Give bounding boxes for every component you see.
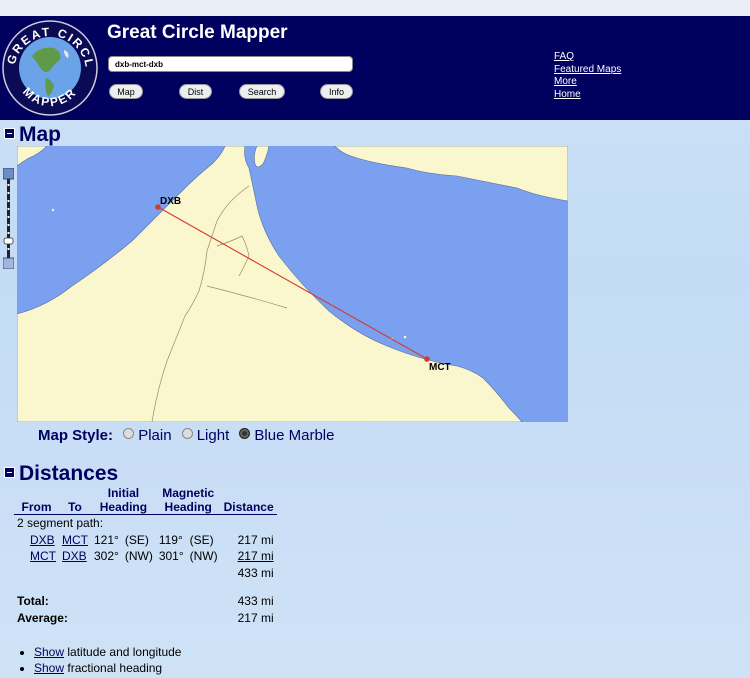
- globe-logo-icon[interactable]: GREAT CIRCLE MAPPER: [2, 20, 98, 116]
- collapse-icon[interactable]: [4, 128, 15, 139]
- airport-marker-mct[interactable]: [424, 356, 430, 362]
- table-row: DXB MCT 121° (SE) 119° (SE) 217 mi: [30, 532, 274, 547]
- collapse-icon[interactable]: [4, 467, 15, 478]
- to-link[interactable]: DXB: [62, 549, 87, 563]
- total-value: 433 mi: [237, 594, 274, 608]
- col-from: From: [14, 486, 59, 515]
- table-row: MCT DXB 302° (NW) 301° (NW) 217 mi: [30, 549, 274, 563]
- show-latlon-link[interactable]: Show: [34, 645, 64, 659]
- light-radio[interactable]: [181, 428, 193, 439]
- plain-radio[interactable]: [123, 428, 135, 439]
- more-link[interactable]: More: [554, 76, 621, 89]
- average-value: 217 mi: [237, 610, 274, 625]
- map-button[interactable]: Map: [109, 84, 143, 99]
- list-item: Show latitude and longitude: [34, 644, 181, 660]
- info-button[interactable]: Info: [320, 84, 353, 99]
- subtotal-value: 433 mi: [237, 565, 274, 580]
- blue-marble-option[interactable]: Blue Marble: [254, 427, 334, 444]
- route-map[interactable]: DXB MCT: [17, 146, 568, 422]
- from-link[interactable]: MCT: [30, 549, 56, 563]
- list-item: Show fractional heading: [34, 660, 181, 676]
- site-header: GREAT CIRCLE MAPPER Great Circle Mapper …: [0, 16, 750, 120]
- light-option[interactable]: Light: [197, 427, 230, 444]
- blue-marble-radio[interactable]: [239, 428, 251, 439]
- show-fractional-heading-link[interactable]: Show: [34, 661, 64, 675]
- top-strip: [0, 0, 750, 16]
- map-section-heading[interactable]: Map: [4, 123, 61, 147]
- plain-option[interactable]: Plain: [138, 427, 171, 444]
- col-initial-heading: Initial Heading: [91, 486, 156, 515]
- col-magnetic-heading: Magnetic Heading: [155, 486, 221, 515]
- search-button[interactable]: Search: [239, 84, 285, 99]
- display-options-list: Show latitude and longitude Show fractio…: [20, 644, 181, 676]
- to-link[interactable]: MCT: [62, 533, 88, 547]
- zoom-slider[interactable]: [3, 168, 14, 269]
- faq-link[interactable]: FAQ: [554, 51, 621, 64]
- dist-button[interactable]: Dist: [179, 84, 212, 99]
- featured-maps-link[interactable]: Featured Maps: [554, 64, 621, 77]
- segment-path-label: 2 segment path:: [17, 516, 104, 530]
- col-to: To: [59, 486, 91, 515]
- col-distance: Distance: [220, 486, 277, 515]
- home-link[interactable]: Home: [554, 89, 621, 102]
- route-search-input[interactable]: dxb-mct-dxb: [108, 56, 353, 72]
- distances-table: From To Initial Heading Magnetic Heading D…: [14, 486, 277, 626]
- airport-label-dxb: DXB: [160, 196, 181, 207]
- map-style-label: Map Style:: [38, 427, 114, 444]
- site-title: Great Circle Mapper: [107, 22, 288, 43]
- airport-label-mct: MCT: [429, 362, 451, 373]
- map-heading-label: Map: [19, 123, 61, 146]
- total-label: Total:: [17, 594, 49, 608]
- average-label: Average:: [17, 610, 68, 625]
- map-style-selector: Map Style: Plain Light Blue Marble: [38, 427, 334, 444]
- top-links: FAQ Featured Maps More Home: [554, 51, 621, 101]
- distances-section-heading[interactable]: Distances: [4, 462, 118, 486]
- distances-heading-label: Distances: [19, 462, 119, 485]
- from-link[interactable]: DXB: [30, 533, 55, 547]
